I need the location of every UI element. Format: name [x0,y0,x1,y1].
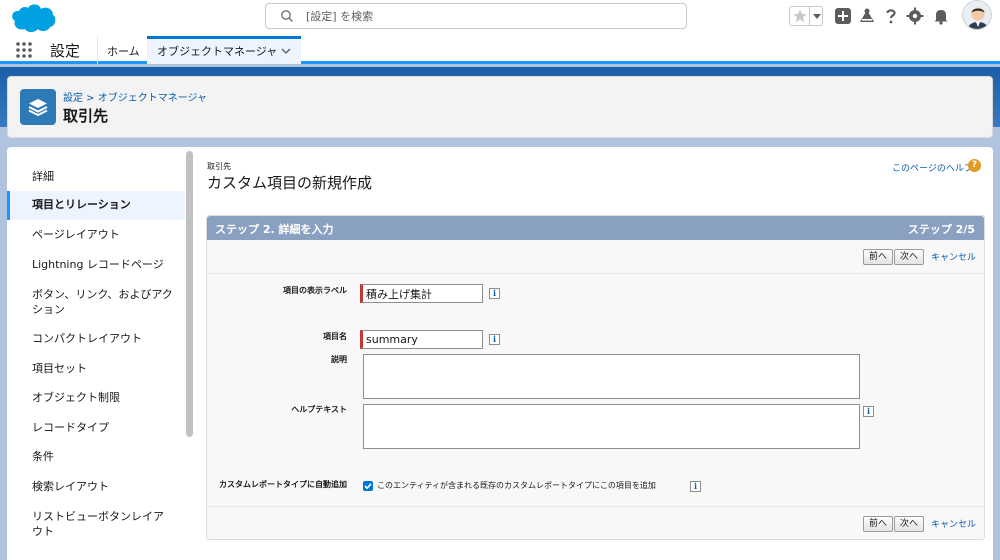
checkmark-icon [364,483,372,490]
main-content: 取引先 カスタム項目の新規作成 このページのヘルプ ? ステップ 2. 詳細を入… [197,147,993,560]
salesforce-logo-icon[interactable] [8,2,58,34]
app-name: 設定 [50,42,81,60]
help-for-this-page-link[interactable]: このページのヘルプ [892,161,973,174]
sidebar-item-record-types[interactable]: レコードタイプ [7,420,185,436]
field-label-info-icon[interactable]: i [489,288,500,299]
app-nav-bar: 設定 ホーム オブジェクトマネージャ [0,36,1000,64]
global-actions-add-icon[interactable] [834,7,852,25]
help-text-label: ヘルプテキスト [291,405,347,414]
field-name-info-icon[interactable]: i [489,334,500,345]
favorites-dropdown-button[interactable] [809,7,823,25]
nav-divider [97,36,98,64]
sidebar-item-search-layouts[interactable]: 検索レイアウト [7,479,185,495]
step-title: ステップ 2. 詳細を入力 [215,223,334,236]
description-textarea[interactable] [363,354,860,399]
sidebar-item-page-layouts[interactable]: ページレイアウト [7,227,185,243]
step-count: ステップ 2/5 [907,223,975,236]
sidebar-item-list-view-button-layout-cont[interactable]: ウト [7,524,185,540]
help-text-info-icon[interactable]: i [863,406,874,417]
app-launcher-grid-icon[interactable] [15,41,33,59]
field-label-input[interactable] [360,284,483,303]
report-auto-add-info-icon[interactable]: i [690,481,701,492]
form-area: 項目の表示ラベル i 項目名 i 説明 ヘルプテキスト i カスタムレポートタイ… [207,274,984,506]
previous-button-bottom[interactable]: 前へ [863,516,894,532]
description-label: 説明 [331,355,347,364]
global-header [0,0,1000,36]
trailhead-guidance-icon[interactable] [858,7,876,25]
object-sidebar: 詳細 項目とリレーション ページレイアウト Lightning レコードページ … [7,147,185,560]
previous-button-top[interactable]: 前へ [863,249,894,265]
search-icon [281,10,293,22]
breadcrumb-setup-link[interactable]: 設定 [63,93,83,104]
report-auto-add-label: カスタムレポートタイプに自動追加 [219,480,347,489]
sidebar-scrollbar[interactable] [186,151,193,556]
sidebar-item-fields-relationships[interactable]: 項目とリレーション [7,191,185,220]
page-header: 設定 > オブジェクトマネージャ 取引先 [7,76,993,138]
field-name-label: 項目名 [323,332,347,341]
main-title: カスタム項目の新規作成 [207,174,373,192]
breadcrumb-separator: > [83,93,98,104]
sidebar-item-buttons-links-actions[interactable]: ボタン、リンク、およびアク [7,287,185,303]
field-label-label: 項目の表示ラベル [283,286,347,295]
global-search-input[interactable] [306,6,676,26]
cancel-link-top[interactable]: キャンセル [931,250,976,263]
sidebar-item-compact-layouts[interactable]: コンパクトレイアウト [7,331,185,347]
report-auto-add-checkbox-label: このエンティティが含まれる既存のカスタムレポートタイプにこの項目を追加 [377,481,656,490]
sidebar-item-lightning-record-pages[interactable]: Lightning レコードページ [7,257,185,273]
page-title: 取引先 [63,107,109,125]
sidebar-item-object-limits[interactable]: オブジェクト制限 [7,390,185,406]
cancel-link-bottom[interactable]: キャンセル [931,517,976,530]
breadcrumb: 設定 > オブジェクトマネージャ [63,89,207,104]
help-question-icon[interactable] [882,7,900,25]
notifications-bell-icon[interactable] [932,7,950,25]
sidebar-item-field-sets[interactable]: 項目セット [7,361,185,377]
breadcrumb-object-manager-link[interactable]: オブジェクトマネージャ [98,93,207,104]
nav-tab-home[interactable]: ホーム [107,43,140,59]
sidebar-item-conditions[interactable]: 条件 [7,449,185,465]
user-avatar-icon [963,1,991,29]
caret-down-icon [813,14,821,19]
sidebar-item-details[interactable]: 詳細 [7,169,185,185]
favorites-star-icon[interactable] [792,8,808,24]
global-search-box[interactable] [265,3,687,29]
button-row-top: 前へ 次へ キャンセル [207,240,984,274]
user-avatar[interactable] [962,0,992,30]
favorites-group [789,6,823,26]
sidebar-item-list-view-button-layout[interactable]: リストビューボタンレイア [7,509,185,525]
nav-tab-object-manager-label: オブジェクトマネージャ [157,45,278,58]
help-orange-icon[interactable]: ? [968,159,981,172]
help-text-textarea[interactable] [363,404,860,449]
field-name-input[interactable] [360,330,483,349]
layers-icon [28,99,48,117]
next-button-bottom[interactable]: 次へ [894,516,925,532]
next-button-top[interactable]: 次へ [894,249,925,265]
sidebar-item-buttons-links-actions-cont[interactable]: ション [7,302,185,318]
step-header-bar: ステップ 2. 詳細を入力 ステップ 2/5 [207,216,984,240]
object-label: 取引先 [207,162,231,171]
nav-tab-object-manager[interactable]: オブジェクトマネージャ [147,36,301,64]
step-box: ステップ 2. 詳細を入力 ステップ 2/5 前へ 次へ キャンセル 項目の表示… [206,215,985,540]
setup-gear-icon[interactable] [906,7,924,25]
object-icon [20,89,56,125]
sidebar-scrollbar-thumb[interactable] [186,151,193,437]
chevron-down-icon[interactable] [281,46,291,56]
button-row-bottom: 前へ 次へ キャンセル [207,506,984,540]
content-card: 詳細 項目とリレーション ページレイアウト Lightning レコードページ … [7,147,993,560]
report-auto-add-checkbox[interactable] [363,481,373,491]
